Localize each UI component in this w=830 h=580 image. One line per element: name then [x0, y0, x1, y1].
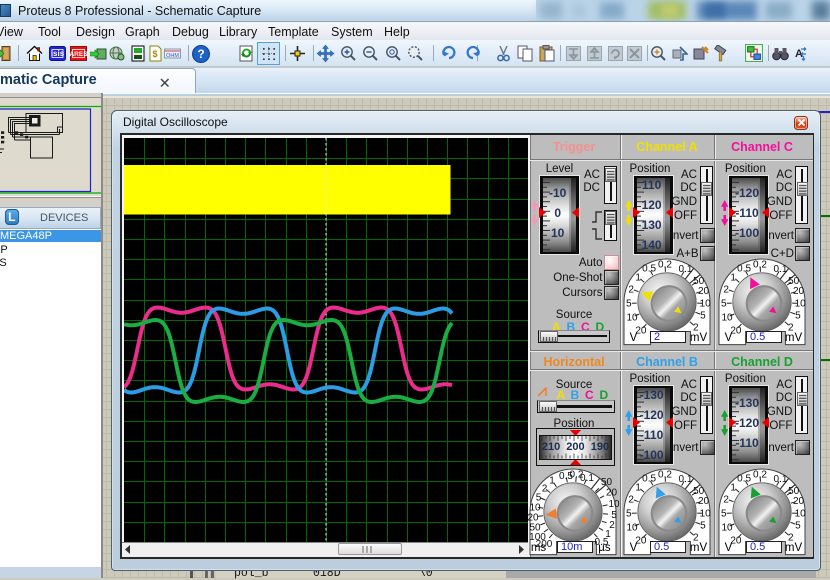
svg-text:10: 10	[721, 522, 733, 533]
svg-text:10: 10	[699, 298, 711, 309]
svg-text:$: $	[152, 49, 157, 59]
svg-text:1: 1	[635, 272, 641, 283]
svg-text:1: 1	[730, 272, 736, 283]
svg-text:2: 2	[723, 284, 729, 295]
svg-text:0.1: 0.1	[678, 264, 692, 275]
svg-text:0.1: 0.1	[773, 474, 787, 485]
svg-text:20: 20	[793, 286, 805, 297]
svg-text:0.1: 0.1	[580, 473, 594, 484]
svg-text:5: 5	[721, 508, 727, 519]
svg-text:20: 20	[793, 496, 805, 507]
svg-text:10: 10	[795, 298, 807, 309]
svg-text:5: 5	[795, 310, 801, 321]
svg-text:OHM: OHM	[166, 53, 179, 59]
svg-text:0.1: 0.1	[678, 474, 692, 485]
svg-text:10: 10	[721, 312, 733, 323]
svg-text:0.2: 0.2	[658, 469, 672, 480]
svg-text:5: 5	[700, 310, 706, 321]
svg-text:0.5: 0.5	[737, 473, 751, 484]
svg-text:5: 5	[700, 520, 706, 531]
svg-text:0.5: 0.5	[737, 263, 751, 274]
svg-text:5: 5	[795, 520, 801, 531]
svg-text:0.5: 0.5	[642, 263, 656, 274]
svg-text:50: 50	[601, 477, 613, 488]
svg-text:0.5: 0.5	[642, 473, 656, 484]
svg-text:2: 2	[723, 494, 729, 505]
svg-text:2: 2	[628, 284, 634, 295]
svg-text:1: 1	[730, 482, 736, 493]
svg-text:10: 10	[699, 508, 711, 519]
svg-text:20: 20	[606, 487, 618, 498]
svg-text:0.2: 0.2	[753, 259, 767, 270]
svg-text:10: 10	[626, 312, 638, 323]
svg-text:0.2: 0.2	[753, 469, 767, 480]
svg-text:5: 5	[721, 298, 727, 309]
svg-text:10: 10	[795, 508, 807, 519]
svg-text:10: 10	[626, 522, 638, 533]
svg-text:1: 1	[635, 482, 641, 493]
svg-text:?: ?	[197, 48, 204, 61]
svg-text:2: 2	[628, 494, 634, 505]
svg-text:0.2: 0.2	[658, 259, 672, 270]
svg-text:20: 20	[697, 496, 709, 507]
svg-text:5: 5	[626, 298, 632, 309]
svg-text:0.1: 0.1	[773, 264, 787, 275]
svg-text:20: 20	[697, 286, 709, 297]
svg-text:2: 2	[542, 483, 548, 494]
svg-text:5: 5	[626, 508, 632, 519]
svg-text:10: 10	[609, 499, 621, 510]
svg-text:1: 1	[549, 475, 555, 486]
